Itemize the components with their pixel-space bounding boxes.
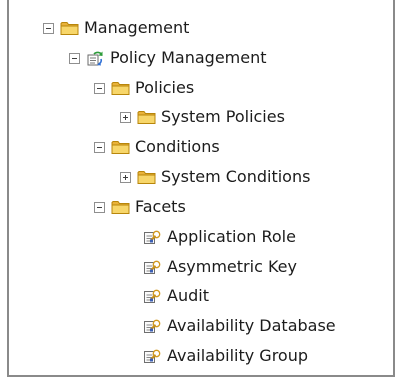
tree-node-label: Audit <box>167 286 209 305</box>
tree-node-management[interactable]: Management <box>43 15 189 41</box>
object-explorer-panel: Management Policy Management Policies Sy… <box>7 0 395 377</box>
folder-icon <box>137 109 156 125</box>
tree-node-facet-availability-database[interactable]: Availability Database <box>143 313 336 339</box>
collapse-toggle-icon[interactable] <box>69 52 80 64</box>
facet-icon <box>143 259 162 275</box>
collapse-toggle-icon[interactable] <box>94 201 105 213</box>
tree-node-conditions[interactable]: Conditions <box>94 134 220 160</box>
facet-icon <box>143 318 162 334</box>
collapse-toggle-icon[interactable] <box>94 82 105 94</box>
tree-node-label: Application Role <box>167 227 296 246</box>
tree-node-label: Management <box>84 18 190 37</box>
tree-node-facets[interactable]: Facets <box>94 194 186 220</box>
folder-icon <box>111 139 130 155</box>
tree-node-policies[interactable]: Policies <box>94 75 194 101</box>
object-explorer-tree: Management Policy Management Policies Sy… <box>9 0 393 375</box>
tree-node-system-policies[interactable]: System Policies <box>120 104 285 130</box>
expand-toggle-icon[interactable] <box>120 171 131 183</box>
tree-node-label: Availability Database <box>167 316 336 335</box>
tree-node-label: Policy Management <box>110 48 267 67</box>
tree-node-label: Policies <box>135 78 195 97</box>
tree-node-label: Conditions <box>135 137 220 156</box>
facet-icon <box>143 348 162 364</box>
tree-node-facet-availability-group[interactable]: Availability Group <box>143 343 308 369</box>
folder-icon <box>111 199 130 215</box>
facet-icon <box>143 229 162 245</box>
collapse-toggle-icon[interactable] <box>43 22 54 34</box>
tree-node-label: Availability Group <box>167 346 309 365</box>
tree-node-facet-audit[interactable]: Audit <box>143 283 209 309</box>
policy-management-icon <box>86 50 105 66</box>
facet-icon <box>143 288 162 304</box>
tree-node-label: Facets <box>135 197 186 216</box>
folder-icon <box>137 169 156 185</box>
folder-icon <box>60 20 79 36</box>
folder-icon <box>111 80 130 96</box>
tree-node-facet-application-role[interactable]: Application Role <box>143 224 296 250</box>
tree-node-facet-asymmetric-key[interactable]: Asymmetric Key <box>143 254 297 280</box>
expand-toggle-icon[interactable] <box>120 111 131 123</box>
tree-node-system-conditions[interactable]: System Conditions <box>120 164 310 190</box>
tree-node-label: System Conditions <box>161 167 311 186</box>
tree-node-policy-management[interactable]: Policy Management <box>69 45 267 71</box>
collapse-toggle-icon[interactable] <box>94 141 105 153</box>
tree-node-label: System Policies <box>161 107 285 126</box>
tree-node-label: Asymmetric Key <box>167 257 297 276</box>
